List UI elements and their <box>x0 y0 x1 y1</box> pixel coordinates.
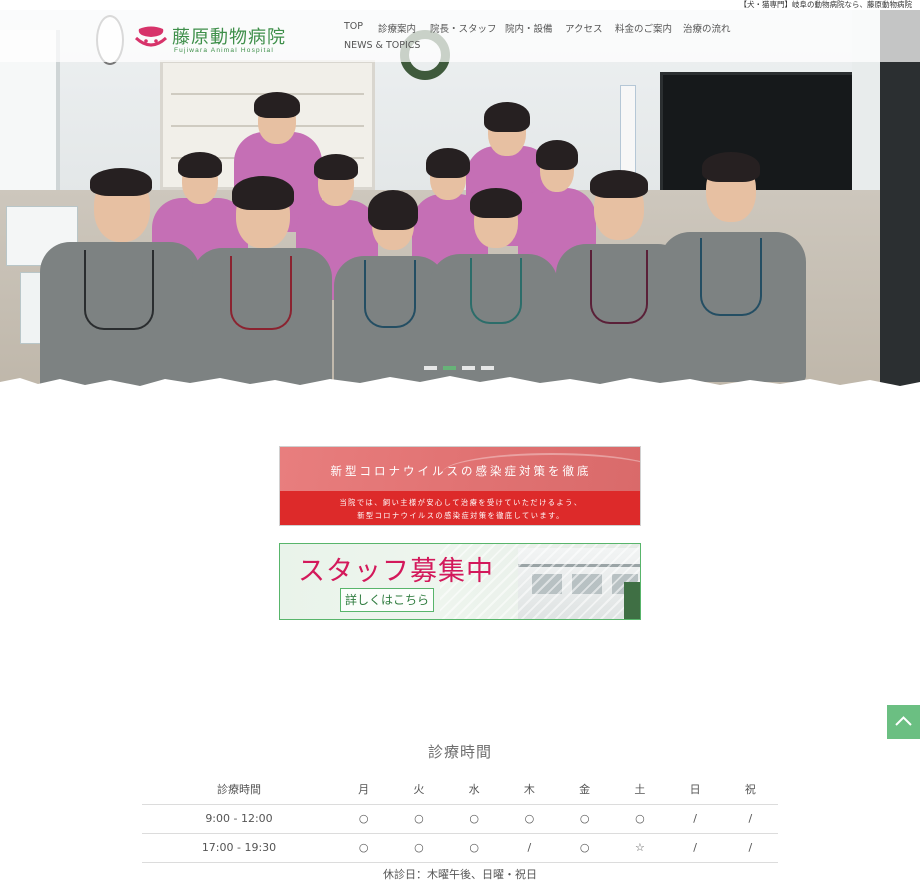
availability-cell: / <box>722 833 778 863</box>
day-header: 火 <box>391 775 447 805</box>
day-header: 月 <box>336 775 392 805</box>
nav-item-staff[interactable]: 院長・スタッフ <box>430 21 497 35</box>
hours-header-row: 診療時間 月 火 水 木 金 土 日 祝 <box>142 775 778 805</box>
table-row: 17:00 - 19:30 ○ ○ ○ / ○ ☆ / / <box>142 833 778 863</box>
availability-cell: ○ <box>612 804 668 834</box>
nav-item-pricing[interactable]: 料金のご案内 <box>615 21 672 35</box>
hours-header-label: 診療時間 <box>142 775 336 805</box>
day-header: 金 <box>557 775 613 805</box>
availability-cell: ○ <box>446 833 502 863</box>
hours-table: 診療時間 月 火 水 木 金 土 日 祝 9:00 - 12:00 ○ ○ ○ … <box>142 775 778 863</box>
availability-cell: ☆ <box>612 833 668 863</box>
availability-cell: ○ <box>501 804 557 834</box>
time-slot: 17:00 - 19:30 <box>142 833 336 863</box>
slider-dot[interactable] <box>481 366 494 370</box>
slider-dot[interactable] <box>462 366 475 370</box>
availability-cell: / <box>722 804 778 834</box>
torn-paper-edge <box>0 376 920 390</box>
nav-item-services[interactable]: 診療案内 <box>378 21 416 35</box>
covid-banner-text: 新型コロナウイルスの感染症対策を徹底しています。 <box>357 511 565 520</box>
banner-tree <box>624 582 640 619</box>
logo-subtitle: Fujiwara Animal Hospital <box>174 47 274 54</box>
hero-door <box>880 10 920 390</box>
availability-cell: ○ <box>391 833 447 863</box>
site-logo[interactable]: 藤原動物病院 Fujiwara Animal Hospital <box>134 23 286 59</box>
covid-banner-text: 当院では、飼い主様が安心して治療を受けていただけるよう、 <box>339 498 583 507</box>
availability-cell: / <box>501 833 557 863</box>
hero-slider[interactable] <box>0 10 920 390</box>
day-header: 日 <box>667 775 723 805</box>
nav-item-facilities[interactable]: 院内・設備 <box>505 21 553 35</box>
scroll-to-top-button[interactable] <box>887 705 920 739</box>
staff-banner-heading: スタッフ募集中 <box>298 556 494 587</box>
covid-banner-title: 新型コロナウイルスの感染症対策を徹底 <box>330 464 592 478</box>
availability-cell: ○ <box>336 804 392 834</box>
table-row: 9:00 - 12:00 ○ ○ ○ ○ ○ ○ / / <box>142 804 778 834</box>
time-slot: 9:00 - 12:00 <box>142 804 336 834</box>
day-header: 祝 <box>722 775 778 805</box>
availability-cell: ○ <box>391 804 447 834</box>
hero-tv <box>660 72 865 197</box>
day-header: 木 <box>501 775 557 805</box>
covid-measures-banner[interactable]: 新型コロナウイルスの感染症対策を徹底 当院では、飼い主様が安心して治療を受けてい… <box>279 446 641 526</box>
site-tagline: 【犬・猫専門】岐阜の動物病院なら、藤原動物病院 <box>0 0 920 10</box>
availability-cell: ○ <box>557 833 613 863</box>
slider-dot[interactable] <box>443 366 456 370</box>
slider-pagination <box>424 366 494 370</box>
nav-item-top[interactable]: TOP <box>344 21 363 32</box>
availability-cell: ○ <box>336 833 392 863</box>
day-header: 土 <box>612 775 668 805</box>
staff-details-button[interactable]: 詳しくはこちら <box>340 588 434 612</box>
availability-cell: / <box>667 804 723 834</box>
availability-cell: ○ <box>446 804 502 834</box>
availability-cell: / <box>667 833 723 863</box>
availability-cell: ○ <box>557 804 613 834</box>
chevron-up-icon <box>895 716 912 726</box>
day-header: 水 <box>446 775 502 805</box>
logo-name: 藤原動物病院 <box>172 27 286 48</box>
hospital-logo-icon <box>134 26 168 47</box>
slider-dot[interactable] <box>424 366 437 370</box>
site-header: 藤原動物病院 Fujiwara Animal Hospital TOP 診療案内… <box>0 10 920 62</box>
staff-recruitment-banner[interactable]: スタッフ募集中 詳しくはこちら <box>279 543 641 620</box>
nav-item-treatment-flow[interactable]: 治療の流れ <box>683 21 731 35</box>
hours-section-title: 診療時間 <box>427 743 492 761</box>
nav-item-news[interactable]: NEWS & TOPICS <box>344 40 420 51</box>
nav-item-access[interactable]: アクセス <box>565 21 603 35</box>
